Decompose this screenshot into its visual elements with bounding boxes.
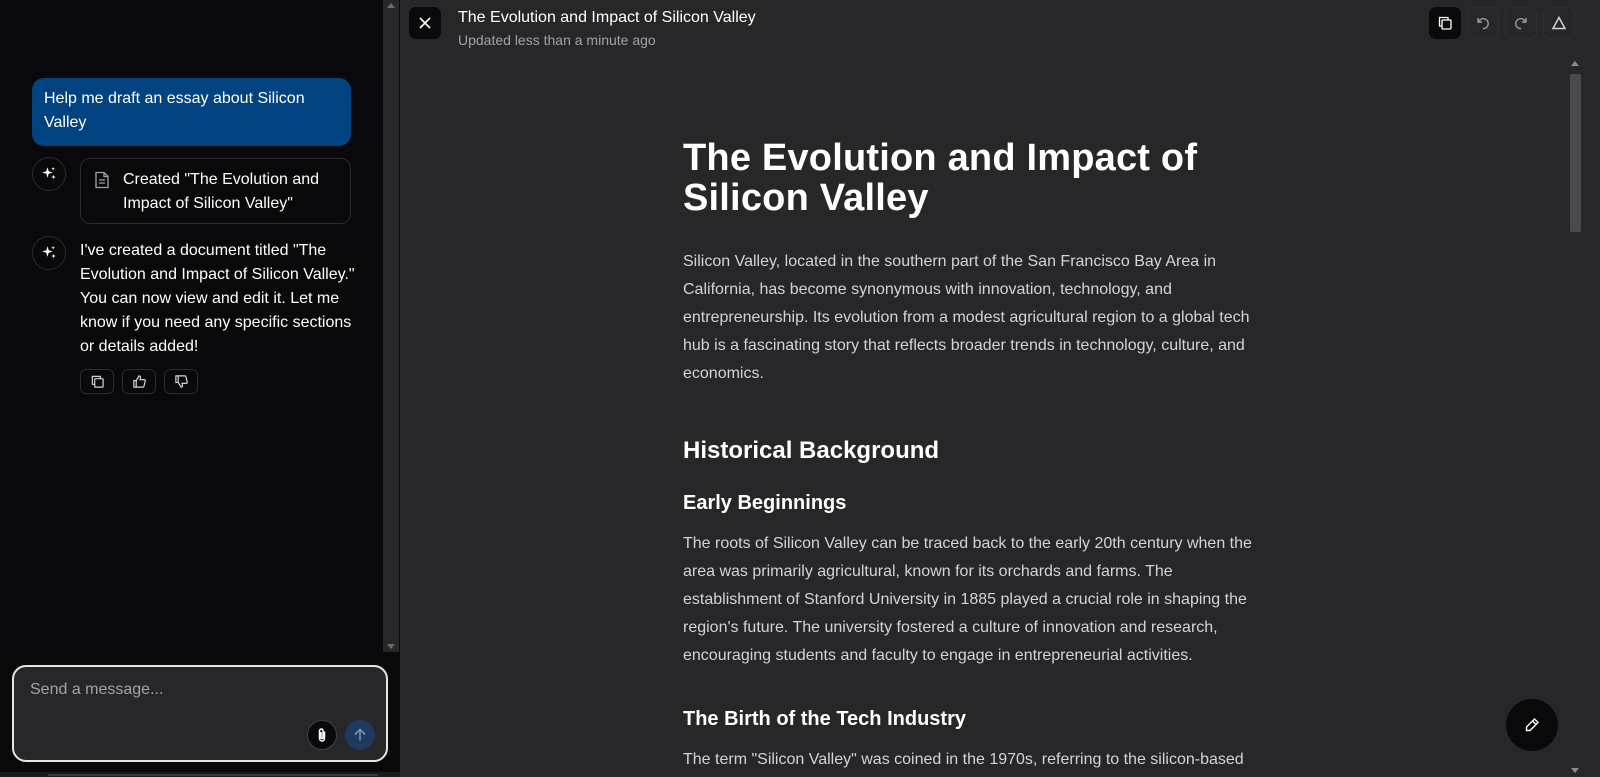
intro-paragraph: Silicon Valley, located in the southern … <box>683 253 1250 382</box>
chat-messages: Help me draft an essay about Silicon Val… <box>0 0 384 650</box>
assistant-message: I've created a document titled "The Evol… <box>80 242 355 355</box>
paperclip-icon <box>318 728 326 742</box>
document-toolbar <box>1429 7 1575 39</box>
chat-panel: Help me draft an essay about Silicon Val… <box>0 0 400 777</box>
horizontal-scrollbar[interactable] <box>0 772 400 777</box>
document-body[interactable]: The Evolution and Impact of Silicon Vall… <box>683 138 1273 774</box>
thumbs-up-button[interactable] <box>122 369 156 394</box>
message-actions <box>80 369 198 394</box>
scroll-down-arrow[interactable] <box>1571 768 1579 773</box>
chat-scrollbar[interactable] <box>383 0 399 652</box>
thumbs-down-icon <box>174 375 188 388</box>
redo-icon <box>1515 17 1527 30</box>
scrollbar-thumb[interactable] <box>1570 74 1581 232</box>
edit-button[interactable] <box>1506 699 1558 751</box>
sparkles-icon <box>32 236 66 270</box>
attach-button[interactable] <box>307 720 337 750</box>
document-card[interactable]: Created "The Evolution and Impact of Sil… <box>80 158 351 224</box>
scroll-down-arrow[interactable] <box>387 644 395 649</box>
close-icon <box>419 17 431 29</box>
undo-icon <box>1477 17 1489 30</box>
document-header-title: The Evolution and Impact of Silicon Vall… <box>458 9 756 26</box>
scroll-up-arrow[interactable] <box>1571 61 1579 66</box>
redo-button[interactable] <box>1505 7 1537 39</box>
undo-button[interactable] <box>1467 7 1499 39</box>
document-panel: The Evolution and Impact of Silicon Vall… <box>400 0 1600 777</box>
version-diff-button[interactable] <box>1543 7 1575 39</box>
document-scrollbar[interactable] <box>1567 58 1583 777</box>
scrollbar-thumb[interactable] <box>48 774 378 776</box>
scroll-up-arrow[interactable] <box>387 3 395 8</box>
document-card-label: Created "The Evolution and Impact of Sil… <box>123 171 320 212</box>
copy-icon <box>91 375 104 388</box>
copy-icon <box>1438 16 1452 30</box>
subsection-heading-birth-of-tech-industry: The Birth of the Tech Industry <box>683 708 966 730</box>
sparkles-icon <box>32 157 66 191</box>
close-button[interactable] <box>409 7 441 39</box>
early-beginnings-paragraph: The roots of Silicon Valley can be trace… <box>683 535 1252 664</box>
document-title: The Evolution and Impact of Silicon Vall… <box>683 137 1198 219</box>
app-window: Help me draft an essay about Silicon Val… <box>0 0 1600 777</box>
arrow-up-icon <box>354 728 366 741</box>
document-updated-status: Updated less than a minute ago <box>458 32 656 48</box>
message-input[interactable]: Send a message... <box>30 681 163 699</box>
delta-icon <box>1551 15 1567 30</box>
thumbs-up-icon <box>132 375 146 388</box>
message-composer[interactable]: Send a message... <box>12 665 388 762</box>
copy-button[interactable] <box>80 369 114 394</box>
send-button[interactable] <box>345 720 375 750</box>
section-heading-historical-background: Historical Background <box>683 437 940 464</box>
copy-document-button[interactable] <box>1429 7 1461 39</box>
file-text-icon <box>94 171 110 189</box>
thumbs-down-button[interactable] <box>164 369 198 394</box>
user-message: Help me draft an essay about Silicon Val… <box>32 78 351 146</box>
subsection-heading-early-beginnings: Early Beginnings <box>683 492 847 514</box>
pencil-icon <box>1525 718 1539 732</box>
birth-of-tech-paragraph: The term "Silicon Valley" was coined in … <box>683 751 1244 768</box>
